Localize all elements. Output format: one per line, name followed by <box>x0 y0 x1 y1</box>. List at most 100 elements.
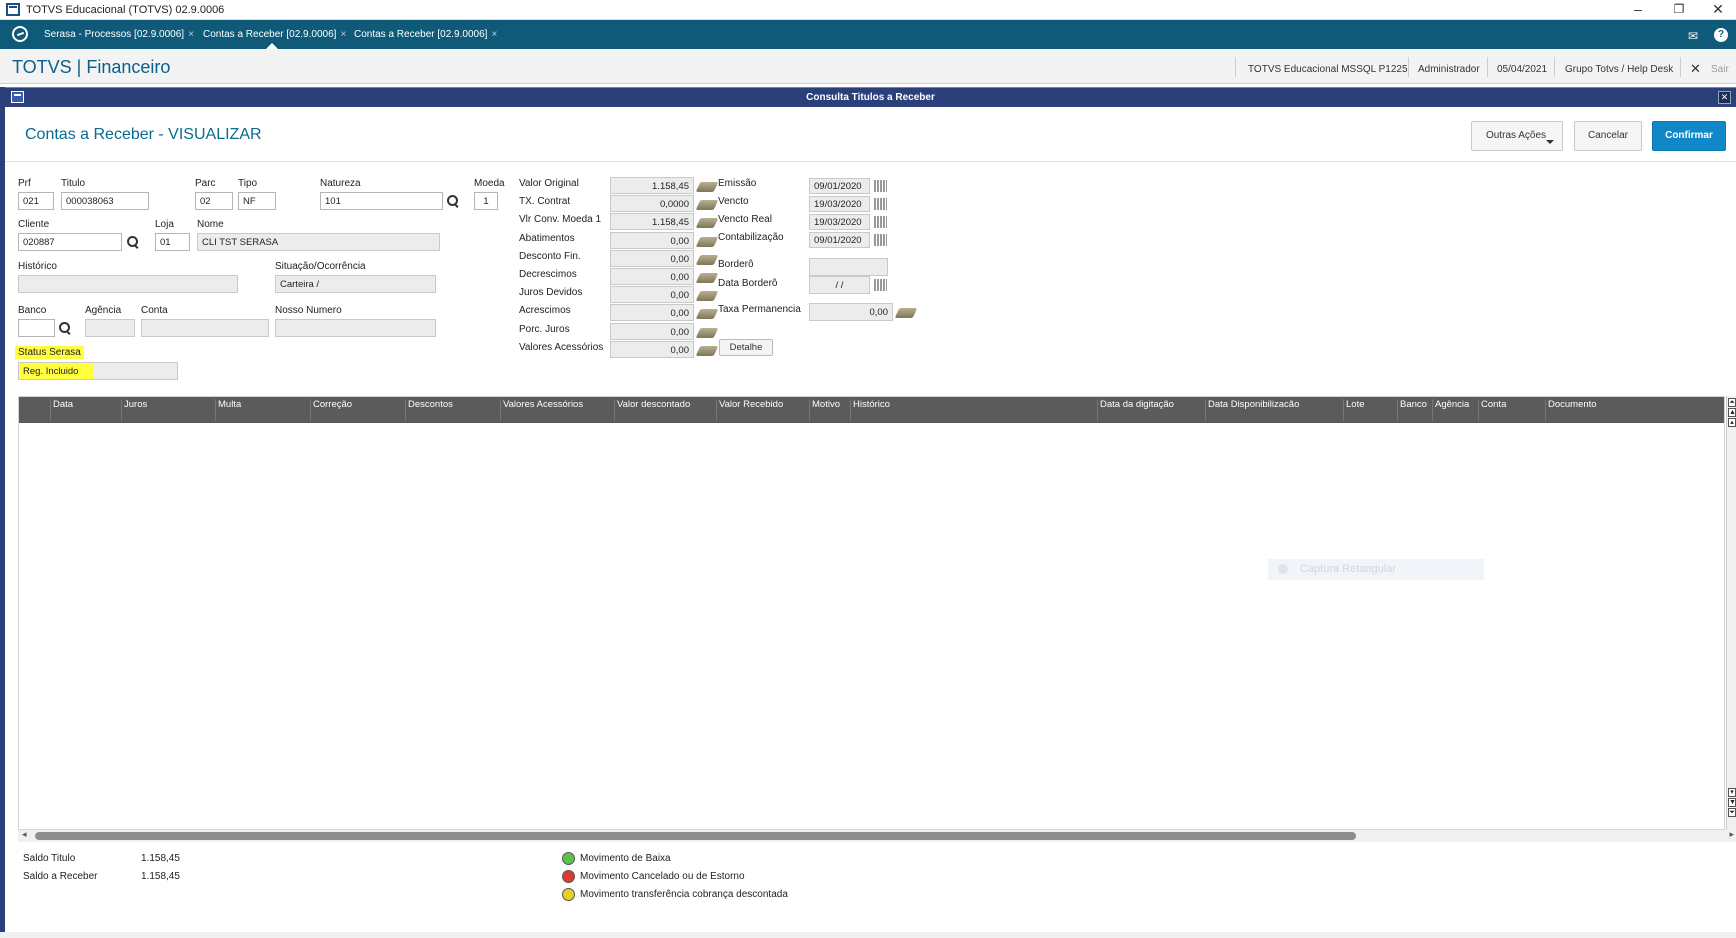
tab-contas-receber[interactable]: Contas a Receber [02.9.0006] × <box>354 29 497 40</box>
value-field-8[interactable]: 0,00 <box>610 323 694 340</box>
scroll-down-icon[interactable]: ▾ <box>1728 788 1736 797</box>
calendar-icon[interactable] <box>874 180 887 192</box>
prf-field[interactable]: 021 <box>18 192 54 210</box>
calculator-icon[interactable] <box>695 309 719 319</box>
titulo-field[interactable]: 000038063 <box>61 192 149 210</box>
parc-field[interactable]: 02 <box>195 192 233 210</box>
value-field-6[interactable]: 0,00 <box>610 286 694 303</box>
cliente-search-icon[interactable] <box>127 236 139 248</box>
natureza-field[interactable]: 101 <box>320 192 443 210</box>
calculator-icon[interactable] <box>695 200 719 210</box>
cliente-field[interactable]: 020887 <box>18 233 122 251</box>
grid-column-header[interactable]: Valor descontado <box>614 399 690 421</box>
date-field-0[interactable]: 09/01/2020 <box>809 178 870 194</box>
agencia-field[interactable] <box>85 319 135 337</box>
grid-column-header[interactable]: Conta <box>1478 399 1506 421</box>
calculator-icon[interactable] <box>695 255 719 265</box>
grid-column-header[interactable]: Multa <box>215 399 241 421</box>
grid-column-header[interactable]: Descontos <box>405 399 453 421</box>
calculator-icon[interactable] <box>695 328 719 338</box>
date-field-2[interactable]: 19/03/2020 <box>809 214 870 230</box>
scroll-up-icon[interactable]: ▴ <box>1728 418 1736 427</box>
value-field-2[interactable]: 1.158,45 <box>610 213 694 230</box>
date-field-3[interactable]: 09/01/2020 <box>809 232 870 248</box>
value-field-4[interactable]: 0,00 <box>610 250 694 267</box>
value-field-9[interactable]: 0,00 <box>610 341 694 358</box>
date-field-1[interactable]: 19/03/2020 <box>809 196 870 212</box>
tab-close-icon[interactable]: × <box>188 29 194 40</box>
banco-search-icon[interactable] <box>59 322 71 334</box>
detail-button[interactable]: Detalhe <box>719 339 773 356</box>
historico-field[interactable] <box>18 275 238 293</box>
calendar-icon[interactable] <box>874 234 887 246</box>
conta-field[interactable] <box>141 319 269 337</box>
loja-field[interactable]: 01 <box>155 233 190 251</box>
scroll-page-down-icon[interactable]: ▼ <box>1728 798 1736 807</box>
value-field-3[interactable]: 0,00 <box>610 232 694 249</box>
group-label[interactable]: Grupo Totvs / Help Desk <box>1565 64 1673 75</box>
grid-column-header[interactable]: Data <box>50 399 73 421</box>
grid-vertical-scrollbar[interactable]: ⏶ ▲ ▴ ▾ ▼ ⏷ <box>1726 396 1736 830</box>
calendar-icon[interactable] <box>874 279 887 291</box>
horizontal-scroll-thumb[interactable] <box>35 832 1356 840</box>
grid-column-header[interactable]: Juros <box>121 399 147 421</box>
scroll-left-icon[interactable]: ◂ <box>22 829 27 840</box>
help-icon[interactable]: ? <box>1714 28 1728 42</box>
tipo-field[interactable]: NF <box>238 192 276 210</box>
exit-icon[interactable]: ✕ <box>1690 61 1701 77</box>
tab-contas-receber-active[interactable]: Contas a Receber [02.9.0006] × <box>203 29 346 40</box>
banco-field[interactable] <box>18 319 55 337</box>
scroll-bottom-icon[interactable]: ⏷ <box>1728 808 1736 817</box>
grid-column-header[interactable]: Histórico <box>850 399 890 421</box>
value-field-5[interactable]: 0,00 <box>610 268 694 285</box>
natureza-search-icon[interactable] <box>447 195 459 207</box>
calendar-icon[interactable] <box>874 198 887 210</box>
value-field-1[interactable]: 0,0000 <box>610 195 694 212</box>
confirm-button[interactable]: Confirmar <box>1652 121 1726 151</box>
dialog-close-icon[interactable]: ✕ <box>1718 91 1731 104</box>
taxa-permanencia-field[interactable]: 0,00 <box>809 303 893 321</box>
scroll-right-icon[interactable]: ▸ <box>1729 829 1734 840</box>
grid-column-header[interactable]: Lote <box>1343 399 1365 421</box>
grid-column-header[interactable]: Data da digitação <box>1097 399 1174 421</box>
grid-column-header[interactable]: Correção <box>310 399 352 421</box>
scroll-top-icon[interactable]: ⏶ <box>1728 398 1736 407</box>
totvs-logo-icon[interactable] <box>12 26 28 42</box>
grid-column-header[interactable]: Valores Acessórios <box>500 399 583 421</box>
moeda-field[interactable]: 1 <box>474 192 498 210</box>
minimize-icon[interactable]: – <box>1623 1 1653 17</box>
grid-column-header[interactable]: Banco <box>1397 399 1427 421</box>
calendar-icon[interactable] <box>874 216 887 228</box>
restore-icon[interactable]: ❐ <box>1664 2 1694 16</box>
calculator-icon[interactable] <box>695 291 719 301</box>
calculator-icon[interactable] <box>695 182 719 192</box>
scroll-page-up-icon[interactable]: ▲ <box>1728 408 1736 417</box>
grid-column-header[interactable]: Motivo <box>809 399 840 421</box>
grid-horizontal-scrollbar[interactable]: ◂ ▸ <box>18 829 1736 842</box>
data-bordero-field[interactable]: / / <box>809 276 870 294</box>
grid-column-header[interactable]: Documento <box>1545 399 1597 421</box>
calculator-icon[interactable] <box>695 346 719 356</box>
grid-column-header[interactable]: Valor Recebido <box>716 399 783 421</box>
grid-column-header[interactable]: Data Disponibilizacão <box>1205 399 1299 421</box>
nosso-numero-field[interactable] <box>275 319 436 337</box>
tab-close-icon[interactable]: × <box>340 29 346 40</box>
tab-close-icon[interactable]: × <box>491 29 497 40</box>
calculator-icon[interactable] <box>695 273 719 283</box>
situacao-field[interactable]: Carteira / <box>275 275 436 293</box>
close-window-icon[interactable]: ✕ <box>1703 1 1733 18</box>
status-serasa-field[interactable]: Reg. Incluido <box>18 362 178 380</box>
exit-link[interactable]: Sair <box>1711 64 1729 75</box>
tab-serasa-processos[interactable]: Serasa - Processos [02.9.0006] × <box>44 29 194 40</box>
nome-field[interactable]: CLI TST SERASA <box>197 233 440 251</box>
calculator-icon[interactable] <box>695 237 719 247</box>
more-actions-button[interactable]: Outras Ações <box>1471 121 1563 151</box>
bordero-field[interactable] <box>809 258 888 276</box>
cancel-button[interactable]: Cancelar <box>1574 121 1642 151</box>
mail-icon[interactable]: ✉ <box>1688 29 1698 43</box>
grid-column-header[interactable]: Agência <box>1432 399 1469 421</box>
value-field-0[interactable]: 1.158,45 <box>610 177 694 194</box>
calculator-icon[interactable] <box>894 308 918 318</box>
calculator-icon[interactable] <box>695 218 719 228</box>
value-field-7[interactable]: 0,00 <box>610 304 694 321</box>
